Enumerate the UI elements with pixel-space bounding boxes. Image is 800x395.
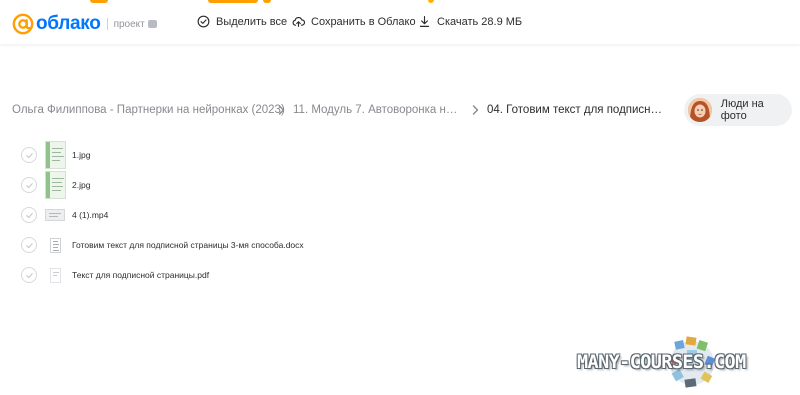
select-checkbox[interactable]	[21, 147, 37, 163]
check-icon	[25, 152, 33, 158]
image-thumbnail	[44, 141, 66, 169]
list-item[interactable]: 2.jpg	[20, 170, 620, 200]
logo-divider	[106, 18, 108, 30]
select-all-button[interactable]: Выделить все	[197, 15, 287, 28]
download-button[interactable]: Скачать 28.9 МБ	[418, 15, 522, 28]
check-icon	[25, 182, 33, 188]
select-checkbox[interactable]	[21, 207, 37, 223]
chevron-right-icon	[467, 105, 483, 115]
top-accent	[208, 0, 258, 3]
watermark: MANY-COURSES.COM	[577, 335, 795, 390]
check-icon	[25, 212, 33, 218]
top-bar: облако проект Выделить все Сохранить в О…	[0, 0, 800, 44]
download-icon	[419, 16, 430, 27]
project-label: проект	[113, 18, 145, 30]
logo-text: облако	[36, 13, 101, 34]
watermark-text: MANY-COURSES.COM	[577, 352, 746, 373]
check-icon	[25, 272, 33, 278]
file-name: 2.jpg	[72, 180, 91, 190]
cloud-logo[interactable]: облако проект	[12, 13, 157, 35]
pdf-icon	[44, 261, 66, 289]
chevron-right-icon	[273, 105, 289, 115]
file-name: 1.jpg	[72, 150, 91, 160]
check-circle-icon	[197, 15, 210, 28]
list-item[interactable]: Готовим текст для подписной страницы 3-м…	[20, 230, 620, 260]
select-checkbox[interactable]	[21, 267, 37, 283]
document-icon	[44, 231, 66, 259]
save-to-cloud-button[interactable]: Сохранить в Облако	[292, 15, 416, 28]
list-item[interactable]: Текст для подписной страницы.pdf	[20, 260, 620, 290]
cloud-upload-icon	[292, 17, 305, 27]
save-to-cloud-label: Сохранить в Облако	[311, 15, 416, 28]
at-sign-logo-icon	[12, 13, 34, 35]
top-accent	[428, 0, 434, 3]
people-in-photos-label: Люди на фото	[720, 98, 764, 122]
list-item[interactable]: 4 (1).mp4	[20, 200, 620, 230]
check-icon	[25, 242, 33, 248]
select-all-label: Выделить все	[216, 15, 288, 28]
download-label: Скачать 28.9 МБ	[437, 15, 523, 28]
select-checkbox[interactable]	[21, 177, 37, 193]
file-name: 4 (1).mp4	[72, 210, 109, 220]
top-accent	[263, 0, 271, 3]
video-thumbnail	[44, 201, 66, 229]
select-checkbox[interactable]	[21, 237, 37, 253]
project-badge-icon	[147, 20, 157, 28]
breadcrumb-item-root[interactable]: Ольга Филиппова - Партнерки на нейронках…	[12, 104, 285, 116]
file-list: 1.jpg 2.jpg 4 (1).mp4 Готовим текст для …	[20, 140, 620, 290]
breadcrumb: Ольга Филиппова - Партнерки на нейронках…	[12, 95, 665, 125]
breadcrumb-item-module[interactable]: 11. Модуль 7. Автоворонка на нейронках	[293, 104, 463, 116]
avatar	[688, 98, 712, 122]
file-name: Текст для подписной страницы.pdf	[72, 270, 210, 280]
breadcrumb-item-current: 04. Готовим текст для подписной страницы	[487, 104, 665, 116]
people-in-photos-button[interactable]: Люди на фото	[684, 94, 792, 126]
file-name: Готовим текст для подписной страницы 3-м…	[72, 240, 304, 250]
image-thumbnail	[44, 171, 66, 199]
top-accent	[90, 0, 108, 3]
list-item[interactable]: 1.jpg	[20, 140, 620, 170]
